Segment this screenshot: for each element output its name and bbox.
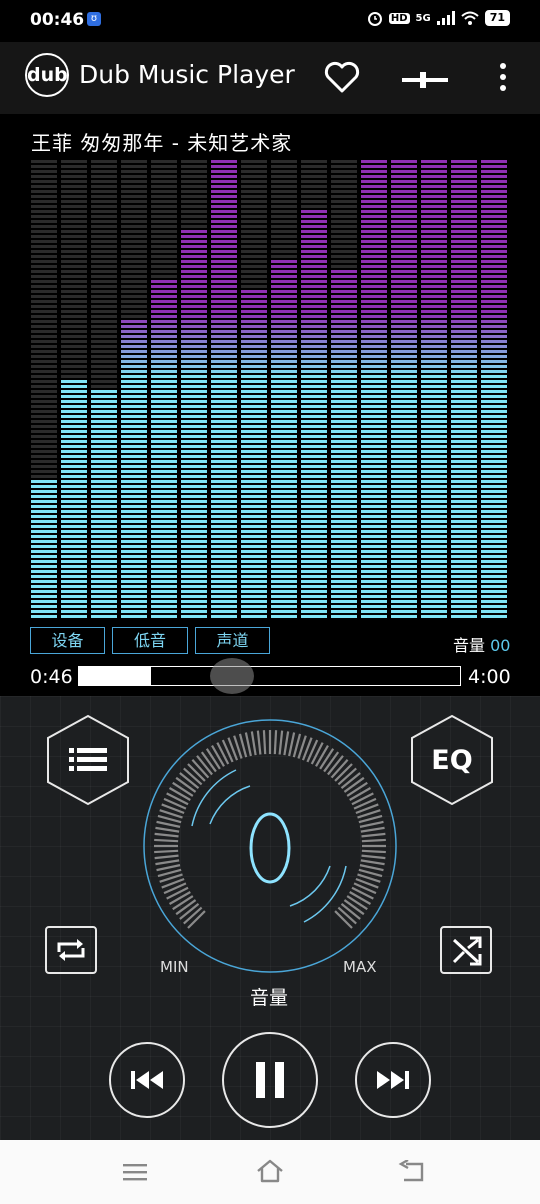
home-icon[interactable] xyxy=(255,1158,285,1184)
status-bar: 00:46 ʊ HD 5G 71 xyxy=(0,0,540,42)
signal-icon xyxy=(436,11,455,25)
channel-button[interactable]: 声道 xyxy=(195,627,270,654)
spectrum-visualizer xyxy=(31,160,507,618)
more-icon[interactable] xyxy=(498,63,508,91)
hd-badge: HD xyxy=(388,12,410,24)
volume-label: 音量 xyxy=(453,636,486,655)
seek-thumb[interactable] xyxy=(210,658,254,694)
menu-icon xyxy=(69,748,107,771)
alarm-icon xyxy=(367,12,382,26)
knob-indicator xyxy=(249,812,291,884)
repeat-button[interactable] xyxy=(45,926,97,974)
knob-max-label: MAX xyxy=(343,958,377,976)
repeat-icon xyxy=(57,939,85,961)
controls-panel: EQ MIN MAX 音量 xyxy=(0,696,540,1140)
knob-min-label: MIN xyxy=(160,958,189,976)
spectrum-bar xyxy=(421,160,447,618)
app-logo: dub xyxy=(25,53,69,97)
shuffle-icon xyxy=(452,936,482,966)
spectrum-bar xyxy=(181,160,207,618)
connect-icon[interactable] xyxy=(400,72,452,88)
volume-readout: 音量 00 xyxy=(453,632,510,656)
back-icon[interactable] xyxy=(398,1160,426,1184)
spectrum-bar xyxy=(361,160,387,618)
playlist-button[interactable] xyxy=(46,714,130,806)
spectrum-bar xyxy=(121,160,147,618)
knob-title: 音量 xyxy=(250,987,289,1009)
current-time: 0:46 xyxy=(30,666,73,688)
previous-icon xyxy=(131,1071,163,1089)
next-button[interactable] xyxy=(355,1042,431,1118)
pause-icon xyxy=(256,1062,284,1098)
pause-button[interactable] xyxy=(222,1032,318,1128)
spectrum-bar xyxy=(91,160,117,618)
app-title: Dub Music Player xyxy=(79,60,295,89)
spectrum-bar xyxy=(151,160,177,618)
system-nav-bar xyxy=(0,1140,540,1204)
eq-label: EQ xyxy=(431,745,473,776)
spectrum-bar xyxy=(451,160,477,618)
wifi-icon xyxy=(461,11,479,25)
status-icons: HD 5G 71 xyxy=(367,10,510,26)
player-panel: 王菲 匆匆那年 - 未知艺术家 设备 低音 声道 音量 00 0:46 4:00 xyxy=(0,114,540,696)
spectrum-bar xyxy=(271,160,297,618)
total-time: 4:00 xyxy=(468,666,511,688)
recents-icon[interactable] xyxy=(122,1162,148,1182)
volume-knob[interactable] xyxy=(140,716,400,976)
notification-app-icon: ʊ xyxy=(87,12,101,26)
network-type: 5G xyxy=(415,12,431,24)
device-button[interactable]: 设备 xyxy=(30,627,105,654)
spectrum-bar xyxy=(61,160,87,618)
spectrum-bar xyxy=(31,160,57,618)
song-title: 王菲 匆匆那年 - 未知艺术家 xyxy=(31,131,293,155)
volume-value: 00 xyxy=(490,636,511,655)
shuffle-button[interactable] xyxy=(440,926,492,974)
spectrum-bar xyxy=(211,160,237,618)
app-bar: dub Dub Music Player xyxy=(0,42,540,114)
next-icon xyxy=(377,1071,409,1089)
knob-tick-ring xyxy=(154,730,386,929)
seek-bar-fill xyxy=(79,667,152,685)
previous-button[interactable] xyxy=(109,1042,185,1118)
status-time: 00:46 xyxy=(30,10,85,30)
spectrum-bar xyxy=(301,160,327,618)
spectrum-bar xyxy=(481,160,507,618)
eq-button[interactable]: EQ xyxy=(410,714,494,806)
battery-indicator: 71 xyxy=(484,10,510,26)
spectrum-bar xyxy=(331,160,357,618)
seek-bar[interactable] xyxy=(78,658,461,694)
heart-icon[interactable] xyxy=(322,59,362,95)
bass-button[interactable]: 低音 xyxy=(112,627,188,654)
spectrum-bar xyxy=(241,160,267,618)
spectrum-bar xyxy=(391,160,417,618)
